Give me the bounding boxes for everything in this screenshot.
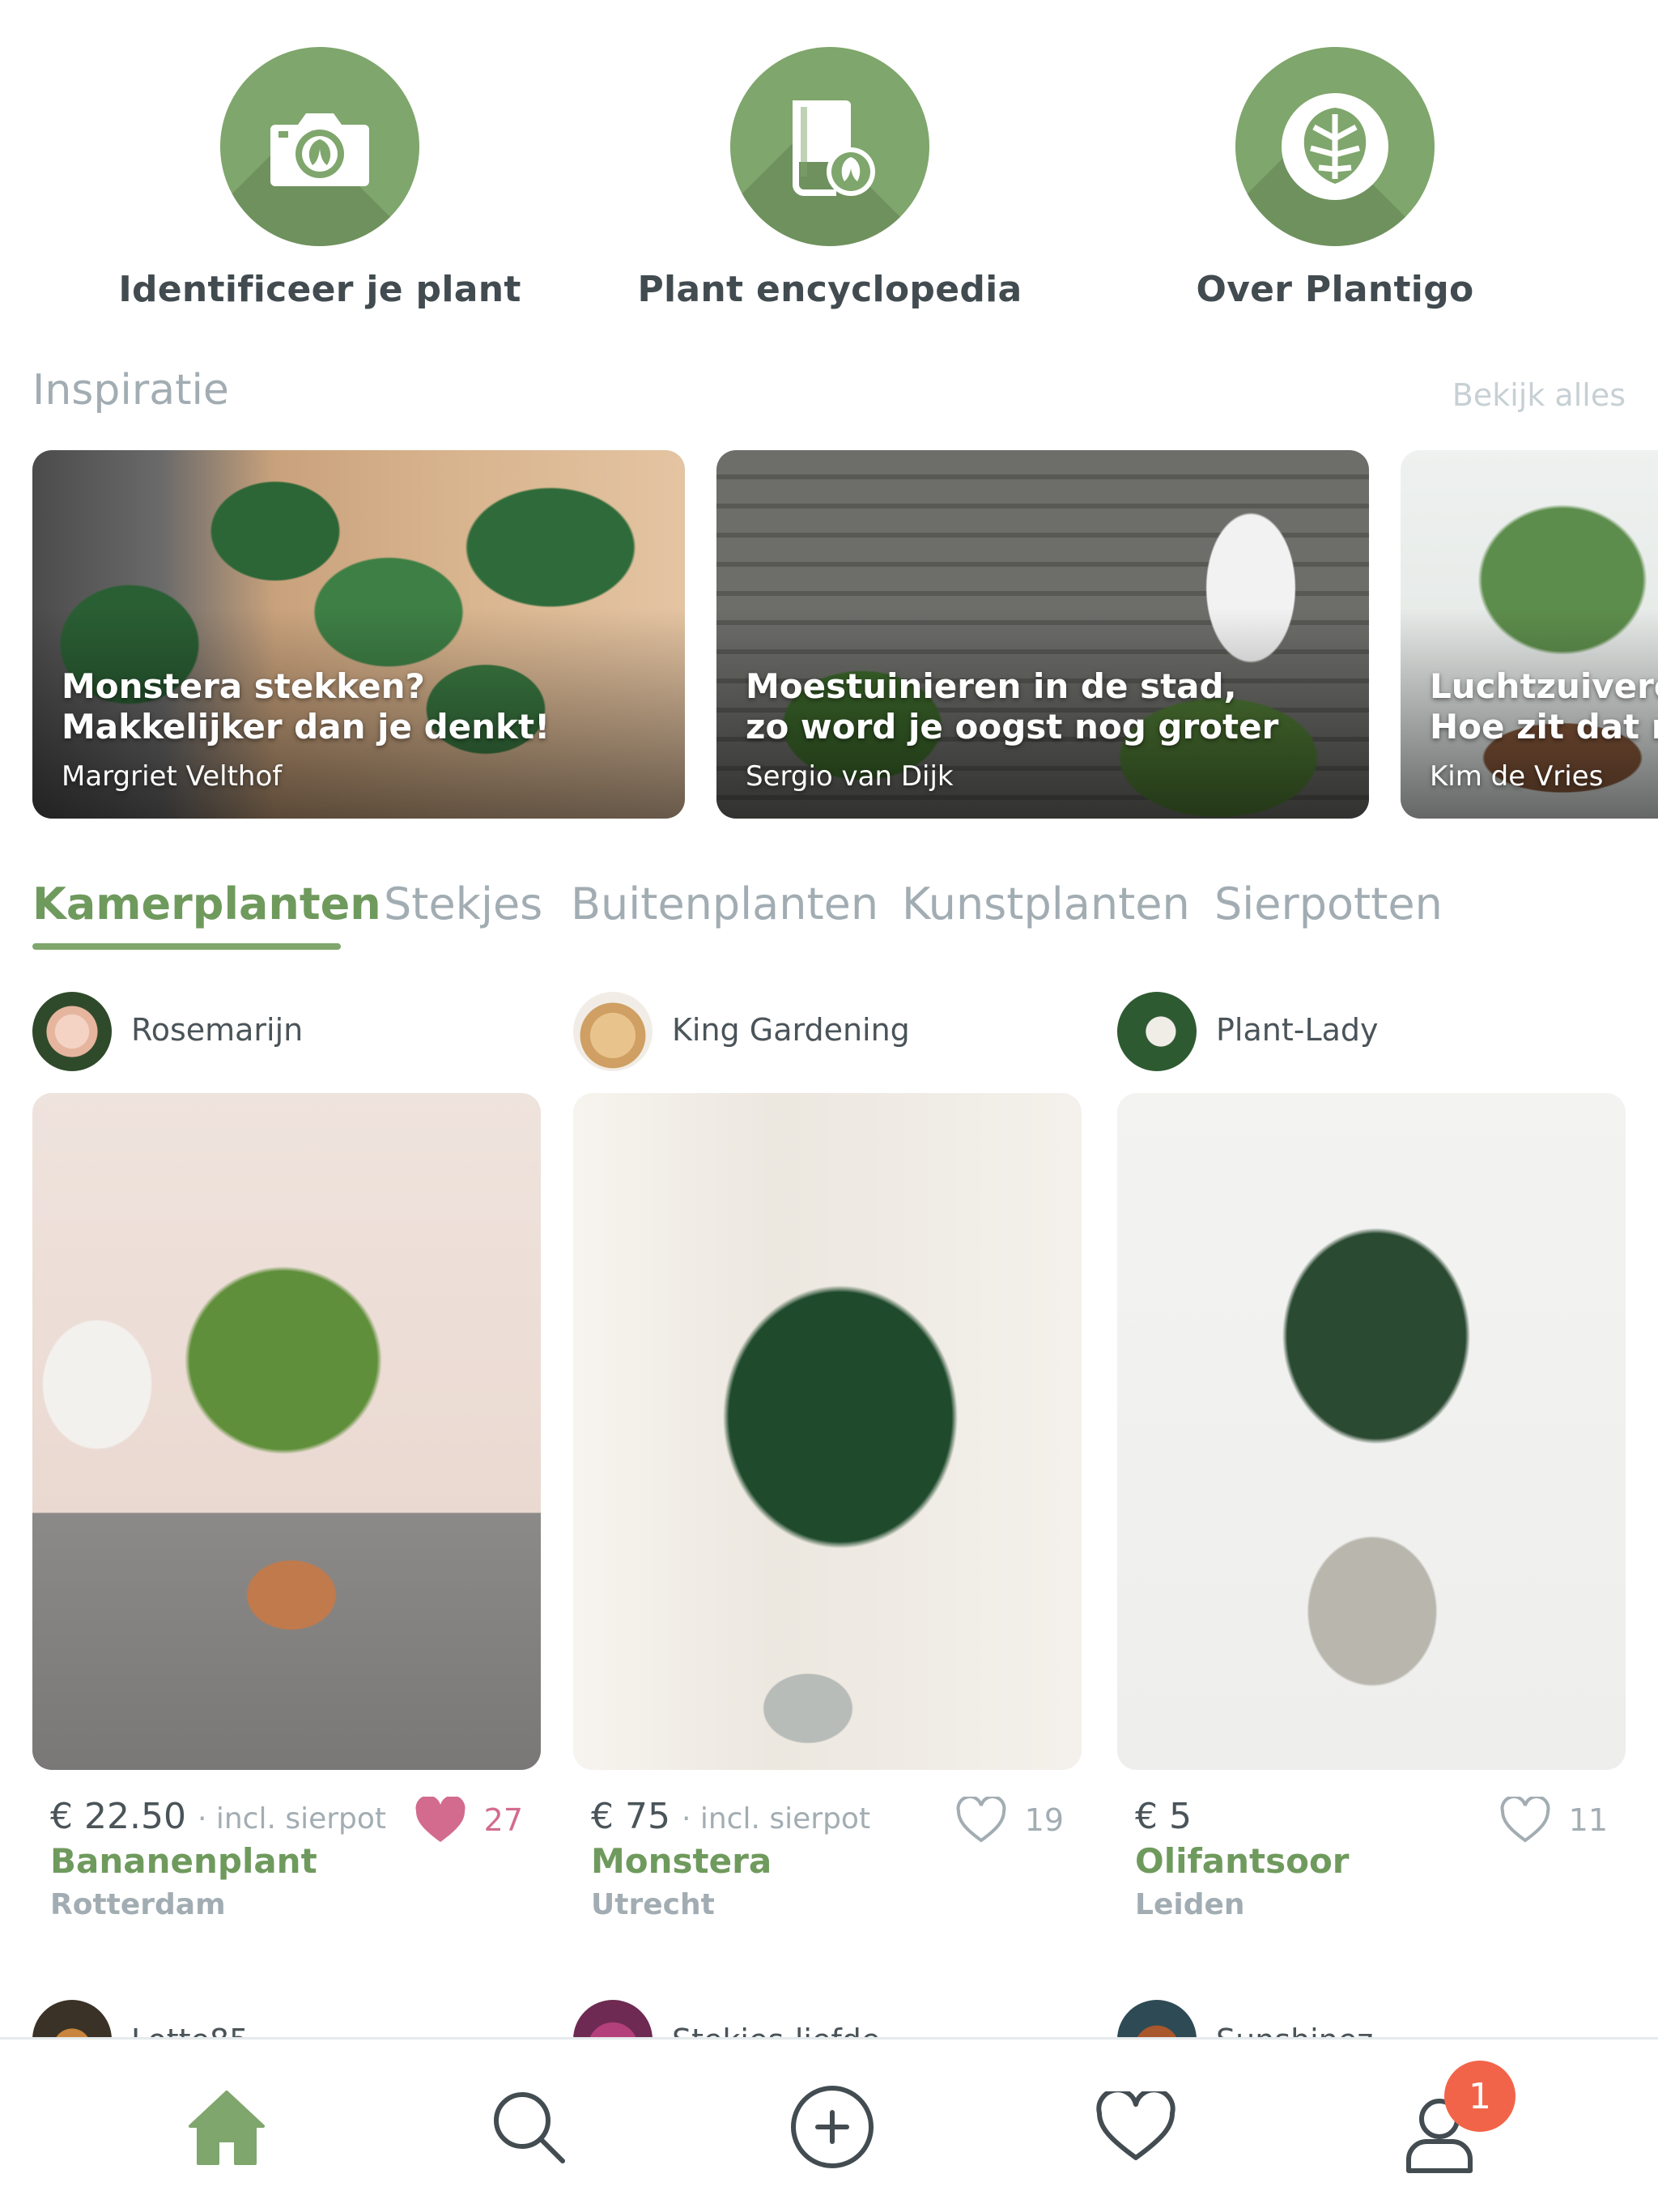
monstera-leaf-icon bbox=[1282, 93, 1388, 200]
seller-name: King Gardening bbox=[672, 1012, 910, 1048]
heart-icon bbox=[1096, 2091, 1175, 2160]
see-all-link[interactable]: Bekijk alles bbox=[1452, 377, 1626, 413]
likes-count: 19 bbox=[1024, 1802, 1064, 1838]
heart-outline-icon bbox=[956, 1797, 1006, 1843]
encyclopedia-label: Plant encyclopedia bbox=[637, 269, 1022, 310]
product-image[interactable] bbox=[32, 1093, 541, 1770]
avatar bbox=[573, 2000, 653, 2039]
price-value: € 22.50 bbox=[50, 1796, 186, 1837]
seller-name: Rosemarijn bbox=[131, 1012, 304, 1048]
seller-name: Lotte85 bbox=[131, 2023, 249, 2039]
notification-badge: 1 bbox=[1444, 2061, 1516, 2132]
seller[interactable]: Sunshinez bbox=[1117, 1998, 1626, 2039]
likes-count: 11 bbox=[1568, 1802, 1608, 1838]
category-tabs: Kamerplanten Stekjes Buitenplanten Kunst… bbox=[32, 878, 1658, 959]
inspiration-card-title: Luchtzuivere Hoe zit dat nu bbox=[1430, 666, 1658, 747]
product-city: Leiden bbox=[1135, 1888, 1245, 1921]
heart-filled-icon bbox=[415, 1797, 466, 1842]
next-row-sellers: Lotte85 Stekjes-liefde Sunshinez bbox=[32, 1998, 1626, 2039]
seller[interactable]: Rosemarijn bbox=[32, 989, 541, 1071]
nav-profile[interactable]: 1 bbox=[1383, 2040, 1516, 2212]
nav-add[interactable] bbox=[776, 2040, 889, 2212]
product-city: Rotterdam bbox=[50, 1888, 226, 1921]
inspiration-carousel[interactable]: Monstera stekken? Makkelijker dan je den… bbox=[32, 450, 1658, 819]
inspiration-card-title: Monstera stekken? Makkelijker dan je den… bbox=[62, 666, 551, 747]
search-icon bbox=[494, 2092, 565, 2163]
about-label: Over Plantigo bbox=[1196, 269, 1474, 310]
price: € 22.50 · incl. sierpot bbox=[50, 1796, 386, 1837]
about-circle bbox=[1235, 47, 1435, 246]
inspiration-title: Inspiratie bbox=[32, 366, 229, 415]
quick-actions: Identificeer je plant Plant encyclopedia bbox=[0, 47, 1658, 322]
product-card[interactable]: Plant-Lady € 5 11 Olifantsoor Leiden bbox=[1117, 989, 1626, 1921]
seller[interactable]: Stekjes-liefde bbox=[573, 1998, 1082, 2039]
product-image[interactable] bbox=[1117, 1093, 1626, 1770]
camera-leaf-icon bbox=[270, 113, 369, 186]
tab-buitenplanten[interactable]: Buitenplanten bbox=[571, 878, 878, 929]
bottom-navigation: 1 bbox=[0, 2037, 1658, 2212]
product-image[interactable] bbox=[573, 1093, 1082, 1770]
product-card[interactable]: Rosemarijn € 22.50 · incl. sierpot 27 Ba… bbox=[32, 989, 541, 1921]
tab-sierpotten[interactable]: Sierpotten bbox=[1214, 878, 1443, 929]
inspiration-card-author: Sergio van Dijk bbox=[746, 760, 954, 793]
about-plantigo-button[interactable]: Over Plantigo bbox=[1124, 47, 1545, 310]
product-city: Utrecht bbox=[591, 1888, 715, 1921]
price-value: € 5 bbox=[1135, 1796, 1192, 1837]
identify-plant-circle bbox=[220, 47, 419, 246]
nav-search[interactable] bbox=[472, 2040, 585, 2212]
product-name: Bananenplant bbox=[50, 1841, 317, 1881]
avatar bbox=[32, 992, 112, 1071]
heart-outline-icon bbox=[1500, 1797, 1550, 1843]
like-button[interactable]: 19 bbox=[955, 1796, 1064, 1844]
seller[interactable]: King Gardening bbox=[573, 989, 1082, 1071]
avatar bbox=[573, 992, 653, 1071]
seller-name: Stekjes-liefde bbox=[672, 2023, 880, 2039]
seller[interactable]: Lotte85 bbox=[32, 1998, 541, 2039]
inspiration-card-author: Kim de Vries bbox=[1430, 760, 1604, 793]
nav-favorites[interactable] bbox=[1079, 2040, 1192, 2212]
product-info: € 5 11 Olifantsoor Leiden bbox=[1135, 1796, 1608, 1933]
inspiration-card[interactable]: Moestuinieren in de stad, zo word je oog… bbox=[716, 450, 1369, 819]
identify-plant-button[interactable]: Identificeer je plant bbox=[109, 47, 530, 310]
identify-plant-label: Identificeer je plant bbox=[118, 269, 521, 310]
tab-kunstplanten[interactable]: Kunstplanten bbox=[902, 878, 1190, 929]
tab-stekjes[interactable]: Stekjes bbox=[384, 878, 542, 929]
product-name: Monstera bbox=[591, 1841, 772, 1881]
product-info: € 75 · incl. sierpot 19 Monstera Utrecht bbox=[591, 1796, 1064, 1933]
product-card[interactable]: King Gardening € 75 · incl. sierpot 19 M… bbox=[573, 989, 1082, 1921]
seller[interactable]: Plant-Lady bbox=[1117, 989, 1626, 1071]
like-button[interactable]: 27 bbox=[414, 1796, 523, 1844]
price-value: € 75 bbox=[591, 1796, 670, 1837]
book-leaf-icon bbox=[793, 100, 875, 196]
price: € 5 bbox=[1135, 1796, 1192, 1837]
home-icon bbox=[189, 2091, 265, 2165]
likes-count: 27 bbox=[483, 1802, 523, 1838]
inspiration-card-title: Moestuinieren in de stad, zo word je oog… bbox=[746, 666, 1279, 747]
price-note: · incl. sierpot bbox=[197, 1802, 387, 1836]
like-button[interactable]: 11 bbox=[1499, 1796, 1608, 1844]
inspiration-card[interactable]: Monstera stekken? Makkelijker dan je den… bbox=[32, 450, 685, 819]
add-icon bbox=[791, 2086, 874, 2168]
inspiration-card-author: Margriet Velthof bbox=[62, 760, 283, 793]
inspiration-header: Inspiratie Bekijk alles bbox=[32, 366, 1626, 423]
avatar bbox=[1117, 992, 1197, 1071]
tab-kamerplanten[interactable]: Kamerplanten bbox=[32, 878, 381, 929]
nav-home[interactable] bbox=[170, 2040, 283, 2212]
seller-name: Plant-Lady bbox=[1216, 1012, 1379, 1048]
product-name: Olifantsoor bbox=[1135, 1841, 1350, 1881]
seller-name: Sunshinez bbox=[1216, 2023, 1373, 2039]
product-info: € 22.50 · incl. sierpot 27 Bananenplant … bbox=[50, 1796, 523, 1933]
plant-encyclopedia-button[interactable]: Plant encyclopedia bbox=[619, 47, 1040, 310]
inspiration-card[interactable]: Luchtzuivere Hoe zit dat nu Kim de Vries bbox=[1401, 450, 1658, 819]
active-tab-indicator bbox=[32, 943, 341, 950]
avatar bbox=[1117, 2000, 1197, 2039]
avatar bbox=[32, 2000, 112, 2039]
encyclopedia-circle bbox=[730, 47, 929, 246]
price-note: · incl. sierpot bbox=[681, 1802, 871, 1836]
price: € 75 · incl. sierpot bbox=[591, 1796, 870, 1837]
